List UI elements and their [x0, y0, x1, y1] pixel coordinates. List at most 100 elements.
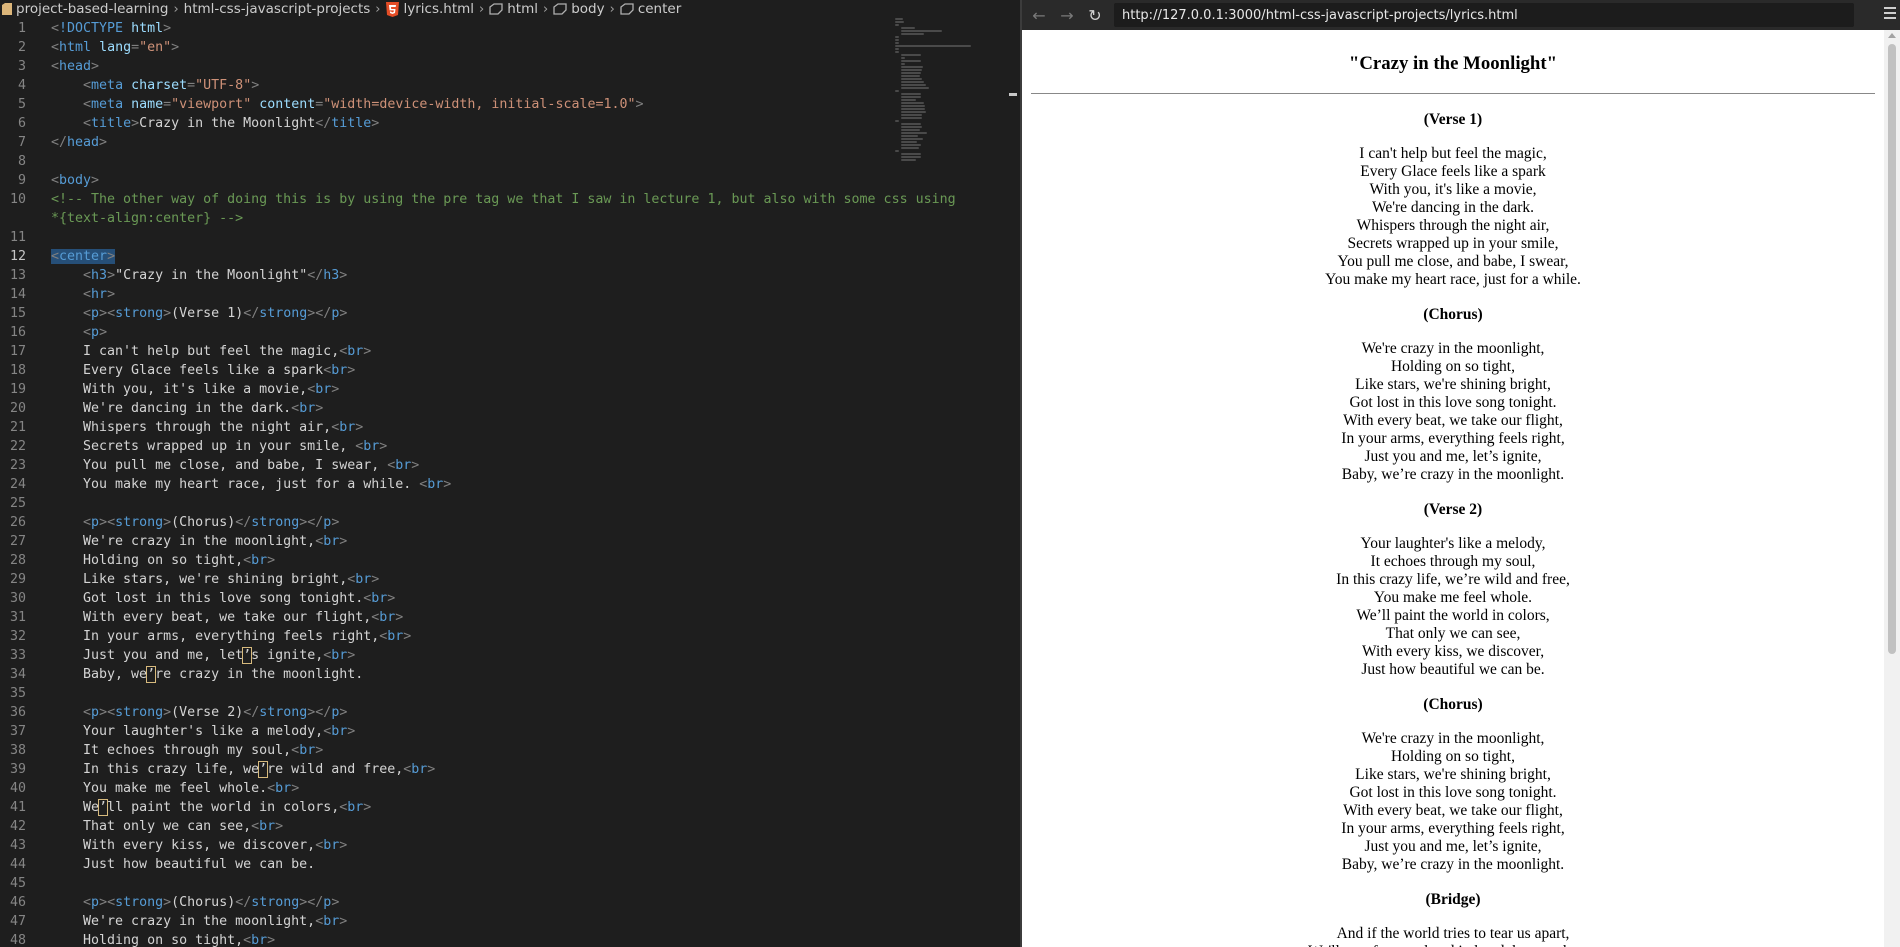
minimap-line — [901, 93, 921, 95]
editor-scrollbar-thumb[interactable] — [1009, 93, 1017, 96]
scroll-up-arrow-icon[interactable] — [1888, 33, 1896, 38]
code-line[interactable]: 28 Holding on so tight,<br> — [0, 551, 1000, 570]
minimap[interactable] — [895, 18, 1005, 188]
url-bar[interactable]: http://127.0.0.1:3000/html-css-javascrip… — [1114, 3, 1854, 27]
code-line[interactable]: 36 <p><strong>(Verse 2)</strong></p> — [0, 703, 1000, 722]
line-number: 32 — [9, 629, 26, 644]
code-line[interactable]: 3 <head> — [0, 57, 1000, 76]
browser-scrollbar-thumb[interactable] — [1888, 44, 1896, 654]
code-line[interactable]: 47 We're crazy in the moonlight,<br> — [0, 912, 1000, 931]
code-line[interactable]: 11 — [0, 228, 1000, 247]
breadcrumb-folder[interactable]: html-css-javascript-projects — [184, 1, 371, 17]
code-line[interactable]: 25 — [0, 494, 1000, 513]
code-line[interactable]: 41 We’ll paint the world in colors,<br> — [0, 798, 1000, 817]
code-line[interactable]: 35 — [0, 684, 1000, 703]
code-text: <!DOCTYPE html> — [51, 21, 172, 36]
code-text: In this crazy life, we’re wild and free,… — [51, 761, 436, 778]
code-line[interactable]: 31 With every beat, we take our flight,<… — [0, 608, 1000, 627]
code-line[interactable]: 23 You pull me close, and babe, I swear,… — [0, 456, 1000, 475]
code-line[interactable]: 20 We're dancing in the dark.<br> — [0, 399, 1000, 418]
code-line[interactable]: 30 Got lost in this love song tonight.<b… — [0, 589, 1000, 608]
breadcrumb-project[interactable]: project-based-learning — [0, 1, 168, 17]
code-line[interactable]: 14 <hr> — [0, 285, 1000, 304]
line-number: 5 — [17, 97, 26, 112]
code-text: We're crazy in the moonlight,<br> — [51, 534, 348, 549]
code-line[interactable]: 10 <!-- The other way of doing this is by… — [0, 190, 1000, 209]
code-line[interactable]: 12 <center> — [0, 247, 1000, 266]
code-line[interactable]: 44 Just how beautiful we can be. — [0, 855, 1000, 874]
line-number: 18 — [9, 363, 26, 378]
breadcrumb-html[interactable]: html — [489, 1, 538, 17]
code-line[interactable]: 7 </head> — [0, 133, 1000, 152]
line-number: 48 — [9, 933, 26, 947]
editor-scrollbar[interactable] — [1005, 18, 1019, 947]
minimap-line — [901, 138, 923, 140]
code-text: <p><strong>(Chorus)</strong></p> — [83, 895, 340, 910]
code-text: With every beat, we take our flight,<br> — [51, 610, 404, 625]
breadcrumb-body-label: body — [571, 1, 605, 17]
element-tag-icon — [489, 3, 503, 15]
code-line[interactable]: 26 <p><strong>(Chorus)</strong></p> — [0, 513, 1000, 532]
lyrics-stanza: Your laughter's like a melody, It echoes … — [1022, 535, 1884, 679]
code-line[interactable]: 1 <!DOCTYPE html> — [0, 19, 1000, 38]
lyrics-sections: (Verse 1) I can't help but feel the magic… — [1022, 111, 1884, 947]
lyric-line: In this crazy life, we’re wild and free, — [1336, 571, 1570, 588]
code-line[interactable]: 43 With every kiss, we discover,<br> — [0, 836, 1000, 855]
code-text: We're dancing in the dark.<br> — [51, 401, 324, 416]
code-line[interactable]: 6 <title>Crazy in the Moonlight</title> — [0, 114, 1000, 133]
line-number: 3 — [17, 59, 26, 74]
code-line[interactable]: 27 We're crazy in the moonlight,<br> — [0, 532, 1000, 551]
code-line[interactable]: 15 <p><strong>(Verse 1)</strong></p> — [0, 304, 1000, 323]
code-line[interactable]: 29 Like stars, we're shining bright,<br> — [0, 570, 1000, 589]
minimap-line — [901, 63, 905, 65]
code-line[interactable]: 2 <html lang="en"> — [0, 38, 1000, 57]
browser-preview: ← → ↻ http://127.0.0.1:3000/html-css-jav… — [1022, 0, 1900, 947]
menu-icon[interactable] — [1884, 7, 1896, 22]
minimap-line — [901, 72, 921, 74]
code-line[interactable]: 4 <meta charset="UTF-8"> — [0, 76, 1000, 95]
code-line[interactable]: 19 With you, it's like a movie,<br> — [0, 380, 1000, 399]
line-number: 43 — [9, 838, 26, 853]
code-line[interactable]: 39 In this crazy life, we’re wild and fr… — [0, 760, 1000, 779]
code-area[interactable]: 1 <!DOCTYPE html> 2 <html lang="en"> 3 <head>… — [0, 19, 1000, 947]
line-number: 1 — [17, 21, 26, 36]
code-line[interactable]: 33 Just you and me, let’s ignite,<br> — [0, 646, 1000, 665]
code-line[interactable]: 8 — [0, 152, 1000, 171]
code-line[interactable]: 48 Holding on so tight,<br> — [0, 931, 1000, 947]
code-editor[interactable]: project-based-learning › html-css-javasc… — [0, 0, 1020, 947]
code-line[interactable]: 32 In your arms, everything feels right,… — [0, 627, 1000, 646]
lyric-line: Like stars, we're shining bright, — [1355, 766, 1551, 783]
breadcrumb-center[interactable]: center — [620, 1, 681, 17]
back-arrow-icon[interactable]: ← — [1028, 4, 1050, 26]
code-line[interactable]: 22 Secrets wrapped up in your smile, <br… — [0, 437, 1000, 456]
code-line[interactable]: 9 <body> — [0, 171, 1000, 190]
browser-scrollbar[interactable] — [1884, 30, 1900, 947]
code-line[interactable]: 18 Every Glace feels like a spark<br> — [0, 361, 1000, 380]
code-line[interactable]: 21 Whispers through the night air,<br> — [0, 418, 1000, 437]
code-line[interactable]: *{text-align:center} --> — [0, 209, 1000, 228]
code-line[interactable]: 40 You make me feel whole.<br> — [0, 779, 1000, 798]
minimap-line — [901, 99, 917, 101]
reload-icon[interactable]: ↻ — [1084, 4, 1106, 26]
breadcrumb-body[interactable]: body — [553, 1, 605, 17]
minimap-line — [901, 147, 920, 149]
lyric-line: Secrets wrapped up in your smile, — [1347, 235, 1559, 252]
line-number: 19 — [9, 382, 26, 397]
minimap-line — [895, 39, 899, 41]
code-line[interactable]: 34 Baby, we’re crazy in the moonlight. — [0, 665, 1000, 684]
code-line[interactable]: 45 — [0, 874, 1000, 893]
code-line[interactable]: 5 <meta name="viewport" content="width=d… — [0, 95, 1000, 114]
code-line[interactable]: 16 <p> — [0, 323, 1000, 342]
forward-arrow-icon[interactable]: → — [1056, 4, 1078, 26]
breadcrumb-file[interactable]: lyrics.html — [385, 1, 474, 17]
code-text: It echoes through my soul,<br> — [51, 743, 324, 758]
code-line[interactable]: 38 It echoes through my soul,<br> — [0, 741, 1000, 760]
code-line[interactable]: 13 <h3>"Crazy in the Moonlight"</h3> — [0, 266, 1000, 285]
code-line[interactable]: 17 I can't help but feel the magic,<br> — [0, 342, 1000, 361]
code-text: Secrets wrapped up in your smile, <br> — [51, 439, 388, 454]
code-line[interactable]: 37 Your laughter's like a melody,<br> — [0, 722, 1000, 741]
code-line[interactable]: 24 You make my heart race, just for a wh… — [0, 475, 1000, 494]
page-viewport[interactable]: "Crazy in the Moonlight" (Verse 1) I can'… — [1022, 30, 1884, 947]
code-line[interactable]: 42 That only we can see,<br> — [0, 817, 1000, 836]
code-line[interactable]: 46 <p><strong>(Chorus)</strong></p> — [0, 893, 1000, 912]
